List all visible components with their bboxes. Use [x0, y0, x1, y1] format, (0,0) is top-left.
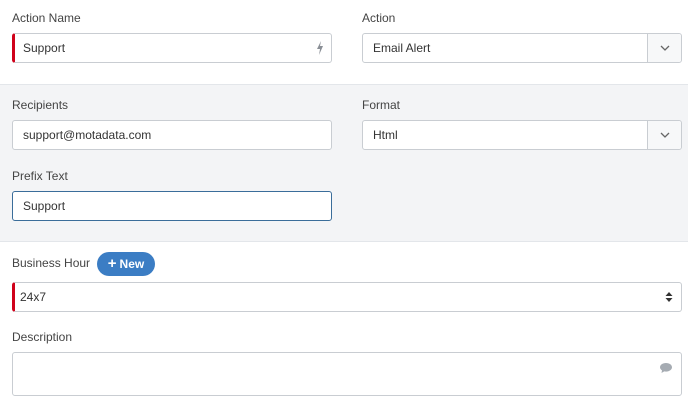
- recipients-value: support@motadata.com: [23, 128, 152, 142]
- chevron-down-icon[interactable]: [647, 34, 681, 62]
- description-label: Description: [12, 330, 73, 344]
- description-textarea[interactable]: [12, 352, 682, 396]
- format-select[interactable]: Html: [362, 120, 682, 150]
- chevron-down-icon[interactable]: [647, 121, 681, 149]
- format-label: Format: [362, 98, 401, 112]
- plus-icon: +: [107, 255, 117, 272]
- prefix-text-value: Support: [23, 199, 66, 213]
- action-label: Action: [362, 11, 396, 25]
- new-button-label: New: [119, 257, 145, 271]
- business-hour-label: Business Hour: [12, 256, 91, 270]
- business-hour-select[interactable]: 24x7: [12, 282, 682, 312]
- new-business-hour-button[interactable]: + New: [97, 252, 155, 276]
- comment-icon: [659, 362, 673, 377]
- business-hour-value: 24x7: [20, 290, 47, 304]
- action-name-label: Action Name: [12, 11, 81, 25]
- prefix-text-input[interactable]: Support: [12, 191, 332, 221]
- bolt-icon[interactable]: [309, 41, 331, 55]
- prefix-text-label: Prefix Text: [12, 169, 68, 183]
- recipients-input[interactable]: support@motadata.com: [12, 120, 332, 150]
- recipients-label: Recipients: [12, 98, 69, 112]
- action-name-value: Support: [23, 41, 66, 55]
- action-name-input[interactable]: Support: [12, 33, 332, 63]
- format-value: Html: [373, 128, 398, 142]
- action-value: Email Alert: [373, 41, 431, 55]
- action-select[interactable]: Email Alert: [362, 33, 682, 63]
- sort-arrows-icon[interactable]: [657, 291, 681, 303]
